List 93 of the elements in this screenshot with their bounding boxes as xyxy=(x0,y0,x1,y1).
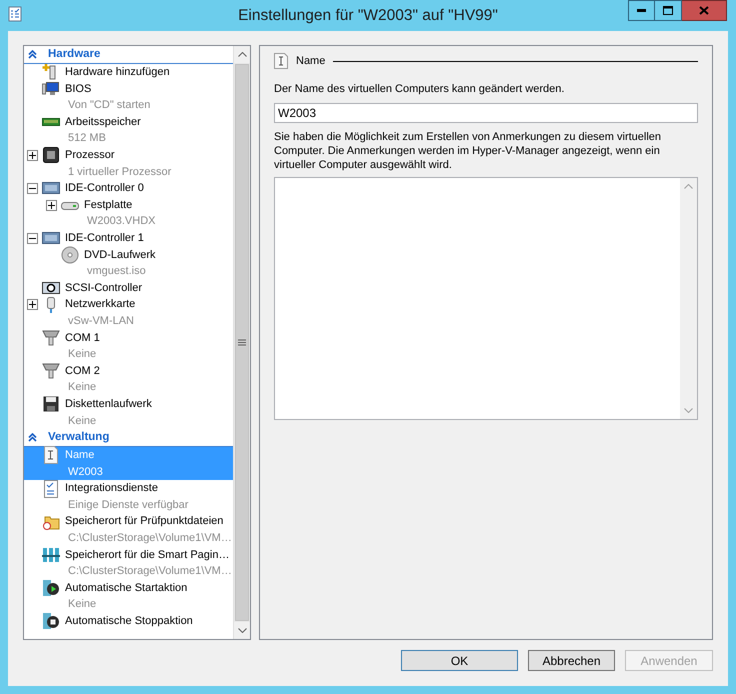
item-detail: vmguest.iso xyxy=(87,264,146,280)
scroll-up-button[interactable] xyxy=(234,46,250,63)
tree-item[interactable]: SCSI-Controller xyxy=(24,280,233,296)
tree-item[interactable]: BIOS Von "CD" starten xyxy=(24,80,233,114)
scrollbar[interactable] xyxy=(233,46,250,639)
item-label: SCSI-Controller xyxy=(65,280,142,296)
tree-item[interactable]: Prozessor 1 virtueller Prozessor xyxy=(24,146,233,180)
item-label: Hardware hinzufügen xyxy=(65,65,170,80)
settings-document-icon xyxy=(7,6,23,22)
item-label: Automatische Startaktion xyxy=(65,580,188,596)
serial-port-icon xyxy=(42,362,60,380)
chevron-up-icon xyxy=(238,52,246,57)
maximize-icon xyxy=(663,6,673,15)
minimize-button[interactable] xyxy=(628,0,655,21)
close-icon xyxy=(699,6,709,15)
chevron-up-icon xyxy=(684,184,693,188)
chevron-down-icon xyxy=(684,408,693,412)
expand-icon[interactable] xyxy=(46,200,57,211)
section-header[interactable]: Hardware xyxy=(24,46,233,64)
name-label: Der Name des virtuellen Computers kann geändert werden. xyxy=(274,82,566,97)
item-detail: vSw-VM-LAN xyxy=(68,314,134,329)
tree-item[interactable]: Festplatte W2003.VHDX xyxy=(24,196,233,230)
stop-icon xyxy=(42,612,60,630)
tree-item[interactable]: Netzwerkkarte vSw-VM-LAN xyxy=(24,296,233,330)
tree-item[interactable]: Automatische Startaktion Keine xyxy=(24,580,233,613)
item-label: Prozessor xyxy=(65,148,115,164)
item-label: IDE-Controller 0 xyxy=(65,181,144,196)
item-label: COM 1 xyxy=(65,330,100,346)
item-detail: Keine xyxy=(68,347,96,362)
item-detail: W2003.VHDX xyxy=(87,214,156,230)
tree-item[interactable]: DVD-Laufwerk vmguest.iso xyxy=(24,246,233,280)
tree-item[interactable]: Automatische Stoppaktion xyxy=(24,613,233,630)
item-label: Speicherort für Prüfpunktdateien xyxy=(65,514,224,530)
item-label: Automatische Stoppaktion xyxy=(65,614,193,630)
tree-item[interactable]: COM 1 Keine xyxy=(24,330,233,363)
collapse-icon[interactable] xyxy=(27,232,38,244)
scrollbar-thumb[interactable] xyxy=(235,64,249,621)
expand-icon[interactable] xyxy=(27,150,38,161)
item-detail: Einige Dienste verfügbar xyxy=(68,498,188,513)
disc-icon xyxy=(61,246,79,264)
collapse-chevron-icon[interactable] xyxy=(28,50,37,59)
collapse-icon[interactable] xyxy=(27,182,38,194)
scroll-down-button[interactable] xyxy=(234,622,250,639)
notes-description: Sie haben die Möglichkeit zum Erstellen von Anmerkungen zu diesem virtuellen Computer. Die Anmerkungen werden im Hyper-V-Manager angezeigt, wenn ein virtueller Computer ausgewählt wird. xyxy=(274,130,662,172)
item-label: Speicherort für die Smart Pagin… xyxy=(65,548,230,563)
expand-icon[interactable] xyxy=(27,299,38,310)
section-title: Hardware xyxy=(48,46,100,62)
computer-icon xyxy=(42,80,60,98)
item-label: Integrationsdienste xyxy=(65,481,158,496)
serial-port-icon xyxy=(42,328,60,347)
tree-item[interactable]: Integrationsdienste Einige Dienste verfügbar xyxy=(24,480,233,514)
tree-item[interactable]: IDE-Controller 1 xyxy=(24,230,233,247)
tree-item[interactable]: IDE-Controller 0 xyxy=(24,180,233,197)
item-detail: C:\ClusterStorage\Volume1\VM… xyxy=(68,564,232,580)
tree-item[interactable]: Diskettenlaufwerk Keine xyxy=(24,396,233,430)
play-icon xyxy=(42,579,60,598)
item-label: DVD-Laufwerk xyxy=(84,248,156,263)
text-cursor-icon xyxy=(42,446,60,464)
item-label: IDE-Controller 1 xyxy=(65,230,144,246)
item-label: Festplatte xyxy=(84,198,132,213)
section-title: Verwaltung xyxy=(48,430,110,445)
window-title: Einstellungen für "W2003" auf "HV99" xyxy=(237,6,499,26)
minimize-icon xyxy=(637,9,646,12)
item-detail: Von "CD" starten xyxy=(68,98,150,114)
tree-item[interactable]: Speicherort für die Smart Pagin… C:\ClusterStorage\Volume1\VM… xyxy=(24,546,233,580)
chevron-down-icon xyxy=(238,628,246,633)
tree-item[interactable]: Arbeitsspeicher 512 MB xyxy=(24,114,233,147)
item-label: Arbeitsspeicher xyxy=(65,114,141,130)
processor-chip-icon xyxy=(42,146,60,164)
dialog-button[interactable]: Abbrechen xyxy=(528,650,615,671)
item-label: Diskettenlaufwerk xyxy=(65,396,152,412)
item-label: Name xyxy=(65,448,94,464)
close-button[interactable] xyxy=(682,0,727,21)
tree-item[interactable]: Speicherort für Prüfpunktdateien C:\ClusterStorage\Volume1\VM… xyxy=(24,513,233,547)
item-detail: Keine xyxy=(68,414,96,429)
item-detail: W2003 xyxy=(68,464,103,480)
server-rack-icon xyxy=(42,546,60,564)
item-detail: Keine xyxy=(68,597,96,612)
dialog-button[interactable]: OK xyxy=(401,650,518,671)
tree-item[interactable]: Hardware hinzufügen xyxy=(24,64,233,81)
collapse-chevron-icon[interactable] xyxy=(28,433,37,442)
tree-item[interactable]: COM 2 Keine xyxy=(24,362,233,396)
checklist-icon xyxy=(42,480,60,498)
item-detail: C:\ClusterStorage\Volume1\VM… xyxy=(68,531,232,546)
item-detail: 1 virtueller Prozessor xyxy=(68,164,172,180)
name-input-field[interactable]: W2003 xyxy=(274,102,698,122)
item-detail: 512 MB xyxy=(68,131,106,146)
item-label: BIOS xyxy=(65,82,92,97)
item-label: COM 2 xyxy=(65,364,100,379)
item-detail: Keine xyxy=(68,380,96,396)
text-cursor-icon xyxy=(274,53,288,69)
section-heading: Name xyxy=(296,54,326,69)
item-label: Netzwerkkarte xyxy=(65,297,136,312)
